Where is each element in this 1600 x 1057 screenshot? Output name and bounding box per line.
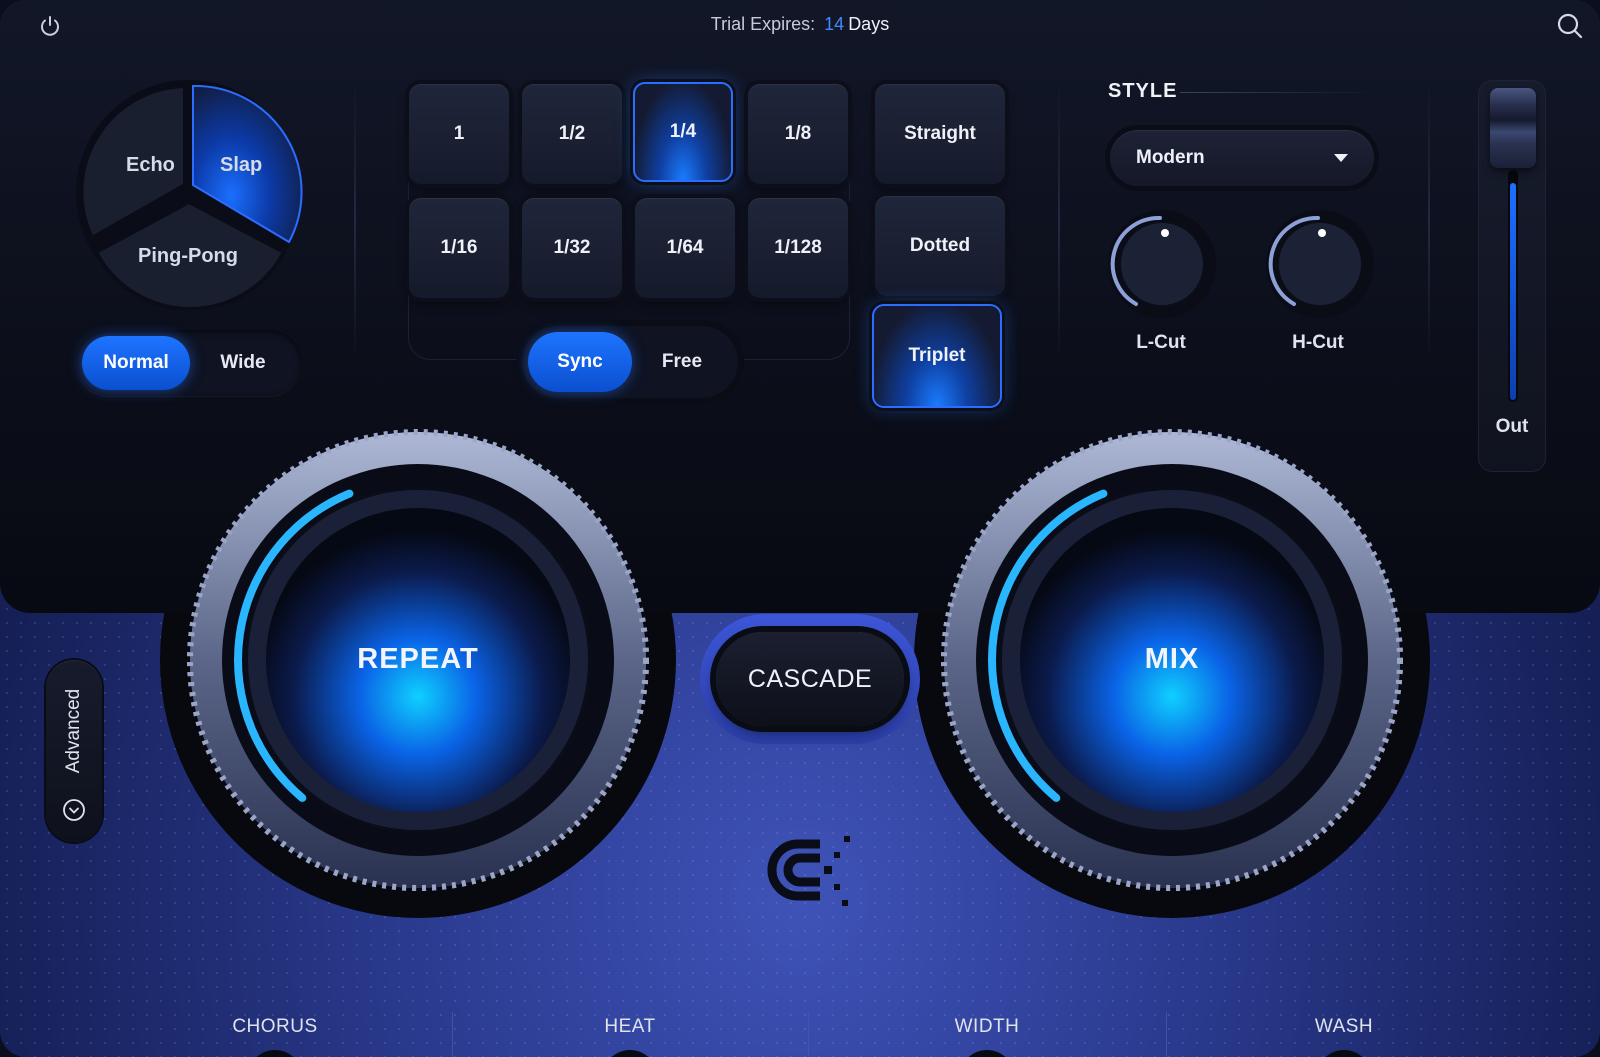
style-selected-value: Modern [1136,147,1205,168]
style-dropdown[interactable]: Modern [1110,130,1374,186]
timing-triplet-button[interactable]: Triplet [872,304,1002,408]
mode-slap-label: Slap [220,154,262,176]
heat-section-label: HEAT [604,1016,656,1037]
stereo-toggle[interactable]: Normal Wide [76,330,302,396]
cascade-button[interactable]: CASCADE [716,632,904,726]
output-fader[interactable]: Out [1478,80,1546,472]
stereo-normal-option[interactable]: Normal [82,336,190,390]
mix-knob-label: MIX [1144,643,1200,675]
note-1-4-button[interactable]: 1/4 [633,82,733,182]
note-1-64-button[interactable]: 1/64 [635,198,735,298]
width-section-label: WIDTH [954,1016,1020,1037]
mode-echo-label: Echo [126,154,175,176]
style-label-rule [1180,92,1380,93]
sync-toggle[interactable]: Sync Free [522,326,738,398]
repeat-knob-label: REPEAT [357,643,479,675]
output-label: Out [1495,416,1529,437]
delay-mode-selector[interactable]: Echo Slap Ping-Pong [76,80,306,311]
section-divider [1428,80,1430,362]
trial-days-count: 14 [824,14,845,34]
output-fader-track [1508,170,1518,402]
low-cut-label: L-Cut [1136,332,1186,353]
bottom-divider [808,1012,809,1057]
note-1-32-button[interactable]: 1/32 [522,198,622,298]
advanced-label: Advanced [63,688,84,774]
note-1-2-button[interactable]: 1/2 [522,84,622,184]
high-cut-knob[interactable] [1266,210,1374,318]
search-icon[interactable] [1554,10,1586,42]
mode-ping-pong-label: Ping-Pong [138,245,238,267]
advanced-toggle[interactable]: Advanced [46,660,102,842]
timing-straight-button[interactable]: Straight [875,84,1005,184]
sync-option[interactable]: Sync [528,332,632,392]
output-fader-handle[interactable] [1490,88,1536,168]
note-1-128-button[interactable]: 1/128 [748,198,848,298]
chevron-down-icon [1334,154,1348,162]
low-cut-knob[interactable] [1108,210,1216,318]
high-cut-label: H-Cut [1292,332,1344,353]
chevron-down-circle-icon [62,798,86,822]
brand-logo [764,834,860,914]
section-divider [354,80,356,362]
timing-dotted-button[interactable]: Dotted [875,196,1005,296]
bottom-divider [1166,1012,1167,1057]
trial-days-unit: Days [848,14,890,34]
stereo-wide-option[interactable]: Wide [190,336,296,390]
trial-prefix: Trial Expires: [710,14,816,34]
bottom-divider [452,1012,453,1057]
note-1-8-button[interactable]: 1/8 [748,84,848,184]
output-fader-fill [1510,183,1516,400]
note-1-16-button[interactable]: 1/16 [409,198,509,298]
free-option[interactable]: Free [632,332,732,392]
section-divider [1058,80,1060,362]
note-1-button[interactable]: 1 [409,84,509,184]
chorus-section-label: CHORUS [232,1016,318,1037]
plugin-window: REPEAT MIX Trial Expires: 14 Days Echo S… [0,0,1600,1057]
wash-section-label: WASH [1314,1016,1374,1037]
style-section-label: STYLE [1108,80,1178,102]
trial-status: Trial Expires: 14 Days [0,14,1600,35]
